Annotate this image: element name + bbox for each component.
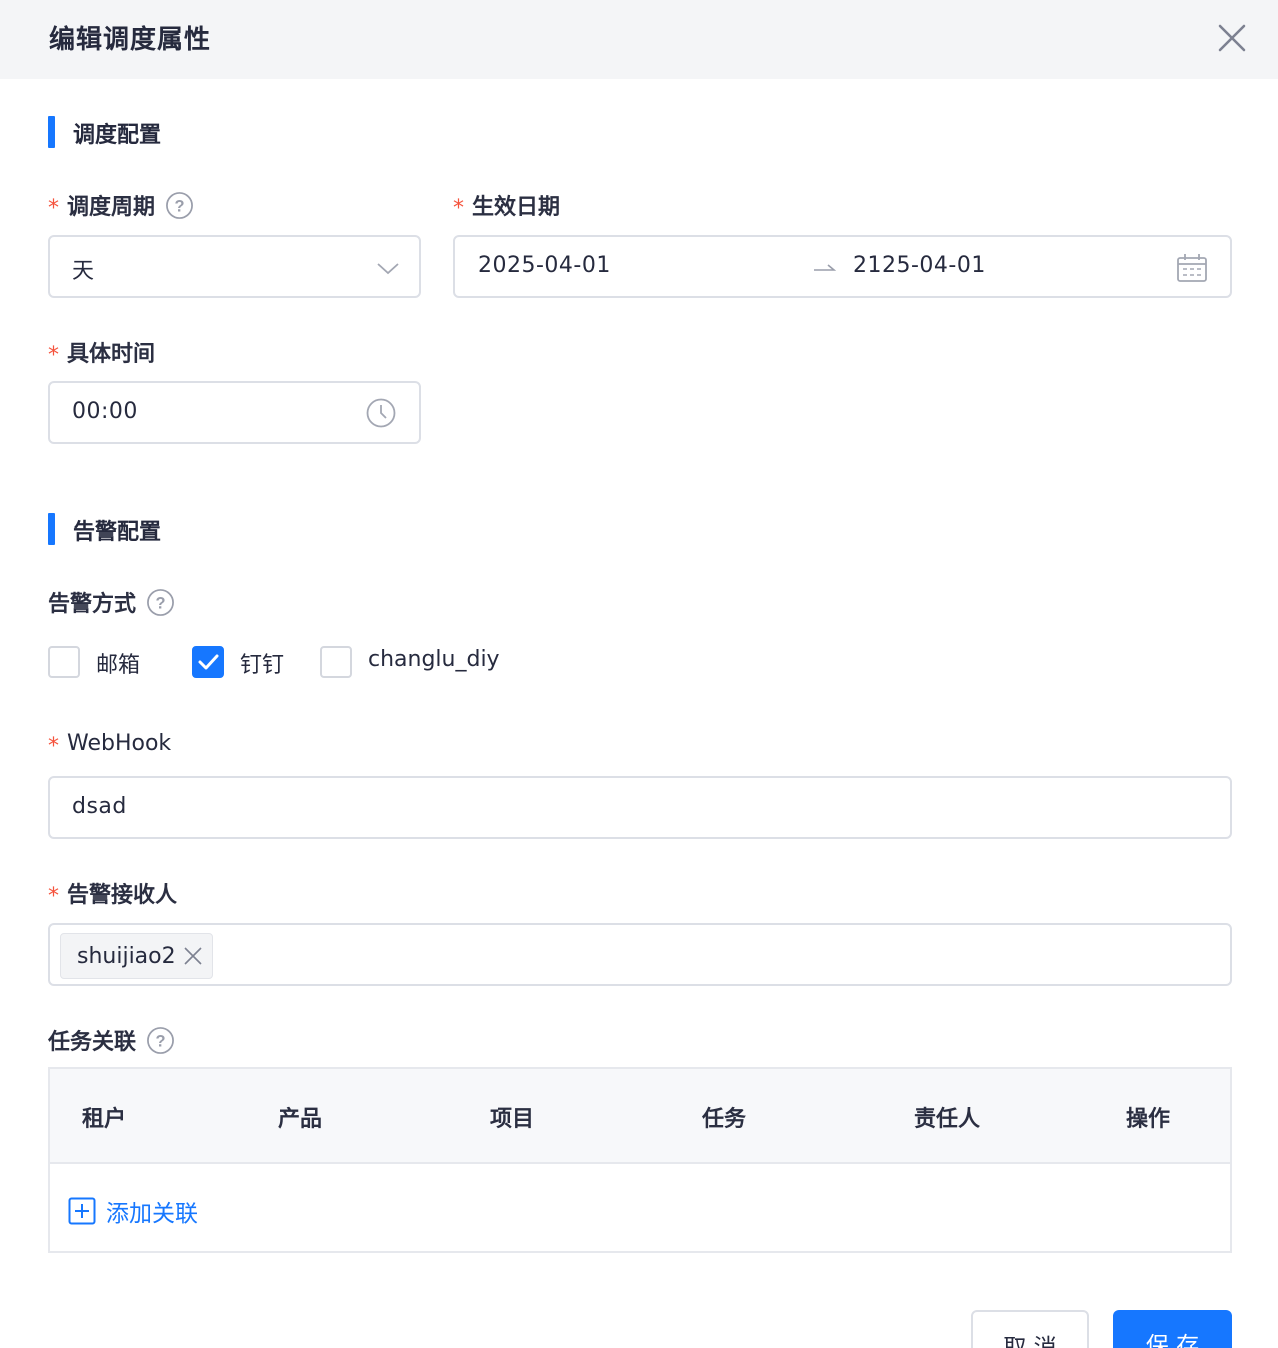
close-icon [1218,24,1246,52]
required-mark: * [48,195,59,221]
column-header-owner: 责任人 [914,1107,981,1132]
column-header-product: 产品 [278,1107,323,1132]
checkbox-email[interactable] [48,646,80,678]
receivers-label-row: * 告警接收人 [48,877,177,909]
receivers-select[interactable]: shuijiao2 [48,923,1232,986]
schedule-section-header: 调度配置 [48,116,348,148]
column-header-project: 项目 [490,1107,535,1132]
section-accent-bar [48,116,55,148]
effective-date-range-picker[interactable]: 2025-04-01 2125-04-01 [453,235,1232,298]
save-button[interactable]: 保 存 [1113,1310,1232,1348]
receivers-label: 告警接收人 [67,883,178,908]
schedule-section-title: 调度配置 [73,123,162,148]
alert-section-title: 告警配置 [73,520,162,545]
webhook-input[interactable]: dsad [48,776,1232,839]
checkbox-changlu-diy[interactable] [320,646,352,678]
close-icon[interactable] [182,945,204,967]
column-header-task: 任务 [702,1107,747,1132]
close-button[interactable] [1214,20,1250,56]
checkbox-dingtalk-label: 钉钉 [240,653,285,678]
dialog-title: 编辑调度属性 [49,25,212,55]
task-link-label: 任务关联 [48,1030,137,1055]
period-label-row: * 调度周期 ? [48,189,194,221]
webhook-label-row: * WebHook [48,731,172,759]
plus-square-icon [68,1197,96,1225]
table-header: 租户 产品 项目 任务 责任人 操作 [50,1069,1230,1164]
arrow-right-icon [814,264,837,271]
period-label: 调度周期 [67,195,156,220]
webhook-value: dsad [72,794,127,819]
cancel-button[interactable]: 取 消 [971,1310,1089,1348]
webhook-label: WebHook [67,731,172,756]
check-icon [198,654,219,670]
cancel-button-label: 取 消 [1003,1335,1057,1348]
column-header-tenant: 租户 [82,1107,127,1132]
help-icon[interactable]: ? [146,1026,175,1055]
help-icon[interactable]: ? [165,191,194,220]
add-link-button[interactable]: 添加关联 [68,1194,198,1228]
alert-method-label: 告警方式 [48,592,137,617]
svg-text:?: ? [175,197,185,215]
effective-date-label: 生效日期 [472,195,561,220]
required-mark: * [453,195,464,221]
save-button-label: 保 存 [1145,1333,1200,1348]
required-mark: * [48,342,59,368]
alert-section-header: 告警配置 [48,513,348,545]
chevron-down-icon [377,263,399,275]
required-mark: * [48,734,59,759]
start-date-input[interactable]: 2025-04-01 [478,253,611,278]
effective-date-label-row: * 生效日期 [453,189,560,221]
task-link-label-row: 任务关联 ? [48,1024,175,1056]
svg-text:?: ? [156,1032,166,1050]
clock-icon [366,398,396,428]
section-accent-bar [48,513,55,545]
period-select[interactable]: 天 [48,235,421,298]
end-date-input[interactable]: 2125-04-01 [853,253,986,278]
receiver-tag: shuijiao2 [60,933,213,979]
time-label: 具体时间 [67,342,156,367]
checkbox-dingtalk[interactable] [192,646,224,678]
checkbox-email-label: 邮箱 [96,653,141,678]
add-link-label: 添加关联 [106,1201,198,1227]
required-mark: * [48,883,59,909]
checkbox-changlu-diy-label: changlu_diy [368,647,500,672]
column-header-actions: 操作 [1126,1107,1171,1132]
dialog-header: 编辑调度属性 [0,0,1278,79]
calendar-icon [1177,254,1207,282]
time-picker[interactable]: 00:00 [48,381,421,444]
task-link-table: 租户 产品 项目 任务 责任人 操作 添加关联 [48,1067,1232,1253]
alert-method-label-row: 告警方式 ? [48,586,175,618]
help-icon[interactable]: ? [146,588,175,617]
time-value: 00:00 [72,399,138,424]
svg-text:?: ? [156,594,166,612]
time-label-row: * 具体时间 [48,336,155,368]
period-select-value: 天 [72,259,95,284]
receiver-tag-label: shuijiao2 [77,943,176,969]
